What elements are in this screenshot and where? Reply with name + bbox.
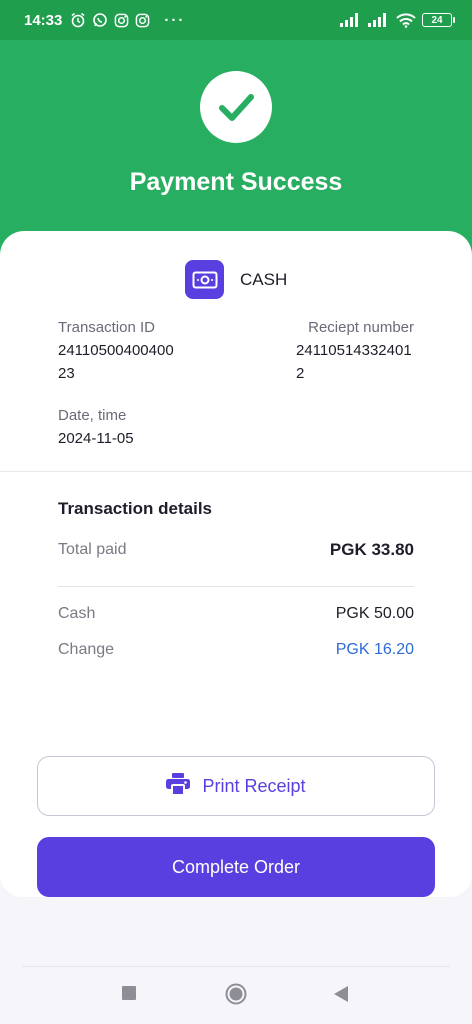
divider [0,471,472,472]
signal-icon [340,13,362,27]
total-paid-value: PGK 33.80 [329,540,414,559]
divider [58,586,414,587]
complete-order-button[interactable]: Complete Order [37,837,435,897]
status-time: 14:33 [24,11,63,29]
receipt-number-label: Reciept number [308,319,414,336]
payment-method: CASH [185,260,287,299]
change-value: PGK 16.20 [335,641,414,658]
page-title: Payment Success [129,168,343,196]
total-paid-label: Total paid [58,541,127,558]
date-value: 2024-11-05 [58,430,134,447]
receipt-number-value: 241105143324012 [296,342,412,382]
receipt-card: CASH Transaction ID 2411050040040023 Rec… [0,231,472,897]
back-button[interactable] [333,985,349,1003]
signal-icon [368,13,390,27]
cash-value: PGK 50.00 [335,605,414,622]
instagram-icon [135,13,150,28]
payment-method-label: CASH [240,269,288,289]
transaction-id-value: 2411050040040023 [58,342,174,382]
status-bar: 14:33 ··· 24 [0,0,472,40]
home-button[interactable] [225,983,247,1005]
success-check-icon [200,71,272,143]
transaction-id-label: Transaction ID [58,319,155,336]
alarm-icon [70,12,86,28]
wifi-icon [396,12,416,28]
system-nav-bar [0,967,472,1024]
cash-label: Cash [58,605,96,622]
date-label: Date, time [58,407,127,424]
complete-order-label: Complete Order [171,856,301,877]
print-receipt-label: Print Receipt [202,775,306,796]
instagram-icon [114,13,129,28]
more-notifications: ··· [164,11,186,29]
cash-icon [185,260,224,299]
recent-apps-button[interactable] [121,985,137,1001]
battery-icon: 24 [422,13,455,27]
printer-icon [166,772,191,800]
whatsapp-icon [92,12,108,28]
transaction-details-title: Transaction details [58,499,212,518]
change-label: Change [58,641,115,658]
print-receipt-button[interactable]: Print Receipt [37,756,435,816]
success-header: Payment Success [0,40,472,260]
